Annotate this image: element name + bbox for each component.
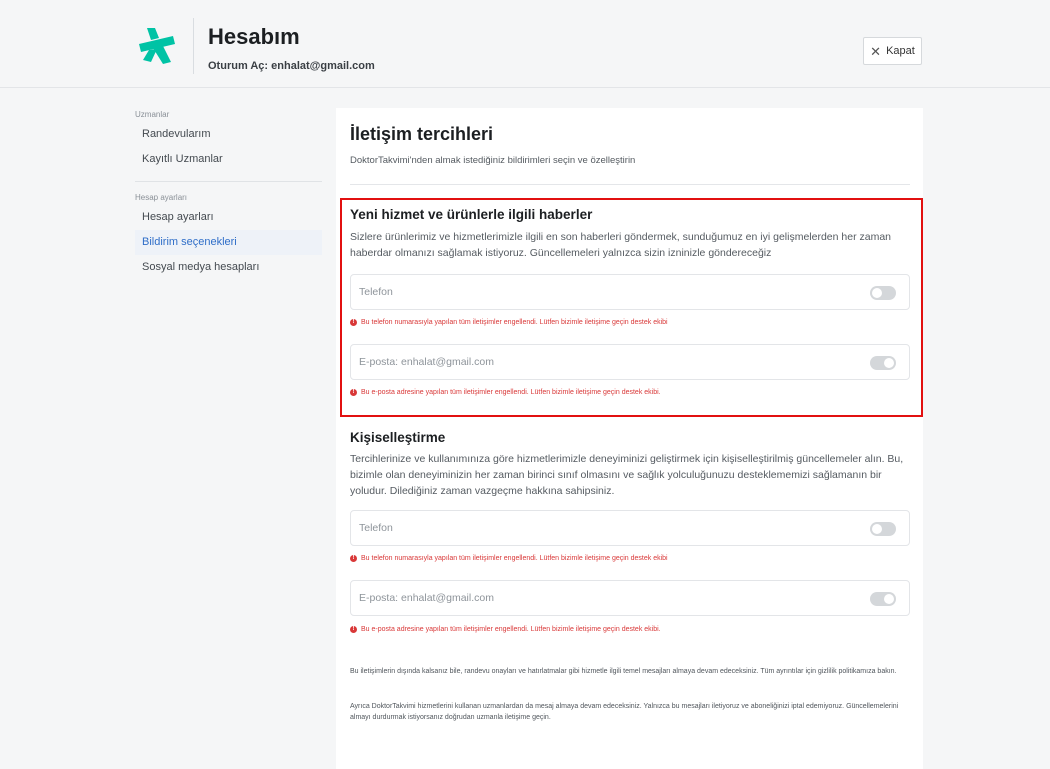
header-divider — [193, 18, 194, 74]
sidebar-item-social-accounts[interactable]: Sosyal medya hesapları — [135, 255, 322, 280]
preferences-card: İletişim tercihleri DoktorTakvimi'nden a… — [336, 108, 923, 769]
news-phone-error: ! Bu telefon numarasıyla yapılan tüm ile… — [350, 319, 668, 326]
personal-email-row: E-posta: enhalat@gmail.com — [350, 580, 910, 616]
doktortakvimi-logo — [139, 28, 175, 64]
news-email-toggle[interactable] — [870, 356, 896, 370]
news-phone-row: Telefon — [350, 274, 910, 310]
personalization-description: Tercihlerinize ve kullanımınıza göre hiz… — [350, 453, 904, 497]
news-phone-label: Telefon — [359, 286, 393, 298]
footnote-service-messages: Bu iletişimlerin dışında kalsanız bile, … — [350, 668, 897, 675]
preferences-subtitle: DoktorTakvimi'nden almak istediğiniz bil… — [350, 155, 636, 166]
close-icon: ✕ — [870, 43, 882, 59]
error-icon: ! — [350, 319, 357, 326]
personal-email-error: ! Bu e-posta adresine yapılan tüm iletiş… — [350, 626, 661, 633]
preferences-title: İletişim tercihleri — [350, 124, 494, 144]
page-heading: Hesabım — [208, 24, 300, 49]
logged-in-account: Oturum Aç: enhalat@gmail.com — [208, 60, 375, 72]
news-email-row: E-posta: enhalat@gmail.com — [350, 344, 910, 380]
sidebar-item-notification-options[interactable]: Bildirim seçenekleri — [135, 230, 322, 255]
news-email-error: ! Bu e-posta adresine yapılan tüm iletiş… — [350, 389, 661, 396]
title-divider — [350, 184, 910, 185]
personalization-title: Kişiselleştirme — [350, 430, 446, 445]
personal-email-toggle[interactable] — [870, 592, 896, 606]
close-button-label: Kapat — [886, 45, 915, 57]
sidebar-section-experts: Uzmanlar — [135, 110, 170, 119]
page-header: Hesabım Oturum Aç: enhalat@gmail.com ✕ K… — [0, 0, 1050, 88]
news-phone-toggle[interactable] — [870, 286, 896, 300]
personal-phone-error-text: Bu telefon numarasıyla yapılan tüm ileti… — [361, 555, 668, 562]
sidebar-section-account: Hesap ayarları — [135, 193, 188, 202]
personal-phone-row: Telefon — [350, 510, 910, 546]
footnote-expert-messages: Ayrıca DoktorTakvimi hizmetlerini kullan… — [350, 703, 899, 721]
close-button[interactable]: ✕ Kapat — [863, 37, 922, 65]
news-email-error-text: Bu e-posta adresine yapılan tüm iletişim… — [361, 389, 661, 396]
sidebar-divider — [135, 181, 322, 182]
error-icon: ! — [350, 389, 357, 396]
sidebar: Uzmanlar Randevularım Kayıtlı Uzmanlar H… — [135, 108, 322, 280]
sidebar-item-account-settings[interactable]: Hesap ayarları — [135, 205, 322, 230]
personal-phone-toggle[interactable] — [870, 522, 896, 536]
error-icon: ! — [350, 555, 357, 562]
personal-email-label: E-posta: enhalat@gmail.com — [359, 592, 494, 604]
sidebar-item-saved-experts[interactable]: Kayıtlı Uzmanlar — [135, 147, 322, 172]
personal-email-error-text: Bu e-posta adresine yapılan tüm iletişim… — [361, 626, 661, 633]
personal-phone-label: Telefon — [359, 522, 393, 534]
error-icon: ! — [350, 626, 357, 633]
sidebar-item-appointments[interactable]: Randevularım — [135, 122, 322, 147]
news-phone-error-text: Bu telefon numarasıyla yapılan tüm ileti… — [361, 319, 668, 326]
news-section: Yeni hizmet ve ürünlerle ilgili haberler… — [350, 207, 910, 261]
personalization-section: Kişiselleştirme Tercihlerinize ve kullan… — [350, 430, 910, 499]
personal-phone-error: ! Bu telefon numarasıyla yapılan tüm ile… — [350, 555, 668, 562]
news-email-label: E-posta: enhalat@gmail.com — [359, 356, 494, 368]
news-section-title: Yeni hizmet ve ürünlerle ilgili haberler — [350, 207, 593, 222]
news-section-description: Sizlere ürünlerimiz ve hizmetlerimizle i… — [350, 231, 891, 259]
